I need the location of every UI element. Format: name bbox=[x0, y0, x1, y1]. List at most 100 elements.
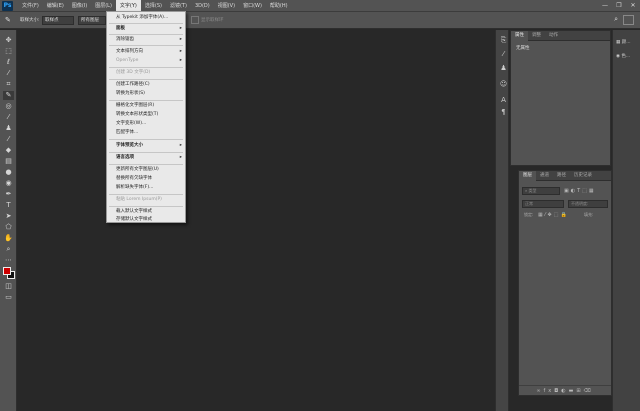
menu-item-save-default-styles[interactable]: 存储默认文字样式 bbox=[107, 216, 185, 224]
menu-item-create-work-path[interactable]: 创建工作路径(C) bbox=[107, 81, 185, 89]
eyedropper-tool-icon[interactable]: ✎ bbox=[3, 91, 14, 100]
type-tool-icon[interactable]: T bbox=[3, 201, 14, 210]
quick-select-tool-icon[interactable]: ⁄ bbox=[3, 69, 14, 78]
blend-mode-select[interactable]: 正常 bbox=[522, 200, 564, 208]
submenu-arrow-icon: ▸ bbox=[179, 143, 182, 148]
layer-filter-select[interactable]: ⌕ 类型 bbox=[522, 187, 560, 195]
brush-tool-icon[interactable]: ⁄ bbox=[3, 113, 14, 122]
more-tools-icon[interactable]: ⋯ bbox=[3, 256, 14, 265]
menu-item-label: 转换文本形状类型(T) bbox=[116, 112, 159, 117]
layer-filter-row: ⌕ 类型 ▣◐T⬚▦ bbox=[522, 187, 608, 195]
trash-icon[interactable]: ⌫ bbox=[584, 388, 594, 394]
menu-item-anti-alias[interactable]: 消除锯齿 ▸ bbox=[107, 36, 185, 44]
eraser-tool-icon[interactable]: ◆ bbox=[3, 146, 14, 155]
menu-separator bbox=[109, 79, 183, 80]
history-brush-tool-icon[interactable]: ⁄ bbox=[3, 135, 14, 144]
tab-paths[interactable]: 路径 bbox=[553, 171, 570, 181]
crop-tool-icon[interactable]: ⌗ bbox=[3, 80, 14, 89]
document-canvas-area[interactable] bbox=[18, 30, 495, 411]
people-icon[interactable]: ☺ bbox=[499, 80, 508, 89]
adjustment-layer-icon[interactable]: ◐ bbox=[561, 388, 568, 394]
lock-icons[interactable]: ▦⁄✥⬚🔒 bbox=[538, 211, 569, 219]
quick-mask-icon[interactable]: ◫ bbox=[3, 282, 14, 291]
menu-item-warp-text[interactable]: 文字变形(W)... bbox=[107, 120, 185, 128]
show-sample-ring-checkbox[interactable] bbox=[191, 16, 199, 24]
layer-style-icon[interactable]: fx bbox=[544, 388, 555, 394]
menu-item-replace-missing-fonts[interactable]: 替换所有欠缺字体 bbox=[107, 175, 185, 183]
menu-separator bbox=[109, 206, 183, 207]
workspace-icon[interactable] bbox=[623, 15, 634, 25]
layers-bottom-bar[interactable]: ∞fx◘◐▬⊞⌫ bbox=[519, 385, 611, 395]
menu-file[interactable]: 文件(F) bbox=[18, 0, 43, 12]
hand-tool-icon[interactable]: ✋ bbox=[3, 234, 14, 243]
blur-tool-icon[interactable]: ● bbox=[3, 168, 14, 177]
color-icon: ▦ bbox=[616, 40, 621, 45]
tab-properties[interactable]: 属性 bbox=[511, 31, 528, 41]
dodge-tool-icon[interactable]: ◉ bbox=[3, 179, 14, 188]
menu-item-label: 语言选项 bbox=[116, 155, 134, 160]
menu-item-label: 消除锯齿 bbox=[116, 37, 134, 42]
character-panel-icon[interactable]: A bbox=[499, 96, 508, 105]
menu-image[interactable]: 图像(I) bbox=[68, 0, 91, 12]
sample-size-select[interactable]: 取样点 bbox=[42, 16, 74, 25]
menu-item-update-all-text[interactable]: 更新所有文字图层(U) bbox=[107, 166, 185, 174]
shape-tool-icon[interactable]: ⬠ bbox=[3, 223, 14, 232]
lock-row: 锁定: ▦⁄✥⬚🔒 填充: bbox=[522, 211, 608, 219]
gradient-tool-icon[interactable]: ▤ bbox=[3, 157, 14, 166]
link-layers-icon[interactable]: ∞ bbox=[536, 388, 543, 394]
layer-filter-icons[interactable]: ▣◐T⬚▦ bbox=[564, 187, 596, 195]
restore-button[interactable]: ❐ bbox=[612, 0, 626, 12]
menu-separator bbox=[109, 152, 183, 153]
menu-item-rasterize[interactable]: 栅格化文字图层(R) bbox=[107, 102, 185, 110]
pen-tool-icon[interactable]: ✒ bbox=[3, 190, 14, 199]
menu-view[interactable]: 视图(V) bbox=[214, 0, 239, 12]
menu-window[interactable]: 窗口(W) bbox=[239, 0, 266, 12]
menu-item-label: 载入默认文字样式 bbox=[116, 209, 152, 214]
lasso-tool-icon[interactable]: ℓ bbox=[3, 58, 14, 67]
foreground-color-swatch[interactable] bbox=[3, 267, 11, 275]
tab-layers[interactable]: 图层 bbox=[519, 171, 536, 181]
swatches-panel-item[interactable]: ◉ 色... bbox=[616, 52, 640, 61]
options-bar: ✎ 取样大小: 取样点 所有图层 显示取样环 ⌕ bbox=[0, 12, 640, 29]
close-button[interactable]: ✕ bbox=[626, 0, 640, 12]
minimize-button[interactable]: — bbox=[598, 0, 612, 12]
menu-item-font-preview-size[interactable]: 字体预览大小 ▸ bbox=[107, 142, 185, 150]
menu-edit[interactable]: 编辑(E) bbox=[43, 0, 68, 12]
history-panel-icon[interactable]: ⎘ bbox=[499, 36, 508, 45]
sample-mode-value: 所有图层 bbox=[81, 18, 99, 23]
menu-item-panels[interactable]: 面板 ▸ bbox=[107, 25, 185, 33]
menu-item-language-options[interactable]: 语言选项 ▸ bbox=[107, 154, 185, 162]
search-icon[interactable]: ⌕ bbox=[614, 15, 618, 24]
tab-adjustments[interactable]: 调整 bbox=[528, 31, 545, 41]
tab-history[interactable]: 历史记录 bbox=[570, 171, 596, 181]
color-panel-item[interactable]: ▦ 颜... bbox=[616, 38, 640, 47]
paragraph-panel-icon[interactable]: ¶ bbox=[499, 108, 508, 117]
menu-item-add-typekit[interactable]: 从 Typekit 添加字体(A)... bbox=[107, 14, 185, 22]
menu-3d[interactable]: 3D(D) bbox=[191, 0, 214, 12]
zoom-tool-icon[interactable]: ⌕ bbox=[3, 245, 14, 254]
menu-item-convert-to-shape[interactable]: 转换为形状(S) bbox=[107, 90, 185, 98]
menu-item-label: 替换所有欠缺字体 bbox=[116, 176, 152, 181]
stamp-tool-icon[interactable]: ♟ bbox=[3, 124, 14, 133]
sample-mode-select[interactable]: 所有图层 bbox=[78, 16, 106, 25]
clone-source-icon[interactable]: ♟ bbox=[499, 64, 508, 73]
path-select-tool-icon[interactable]: ➤ bbox=[3, 212, 14, 221]
menu-item-label: OpenType bbox=[116, 58, 139, 63]
opacity-field[interactable]: 不透明度: bbox=[568, 200, 608, 208]
marquee-tool-icon[interactable]: ⬚ bbox=[3, 47, 14, 56]
tab-actions[interactable]: 动作 bbox=[545, 31, 562, 41]
menu-item-label: 面板 bbox=[116, 26, 125, 31]
screen-mode-icon[interactable]: ▭ bbox=[3, 293, 14, 302]
menu-item-orientation[interactable]: 文本排列方向 ▸ bbox=[107, 48, 185, 56]
menu-item-resolve-missing-fonts[interactable]: 解析缺失字体(F)... bbox=[107, 184, 185, 192]
menu-item-match-font[interactable]: 匹配字体... bbox=[107, 129, 185, 137]
healing-tool-icon[interactable]: ◎ bbox=[3, 102, 14, 111]
menu-item-convert-text-shape[interactable]: 转换文本形状类型(T) bbox=[107, 111, 185, 119]
tab-channels[interactable]: 通道 bbox=[536, 171, 553, 181]
brush-settings-icon[interactable]: ⁄ bbox=[499, 50, 508, 59]
eyedropper-icon[interactable]: ✎ bbox=[5, 16, 11, 24]
new-layer-icon[interactable]: ⊞ bbox=[576, 388, 583, 394]
menu-help[interactable]: 帮助(H) bbox=[266, 0, 292, 12]
menu-item-load-default-styles[interactable]: 载入默认文字样式 bbox=[107, 208, 185, 216]
move-tool-icon[interactable]: ✥ bbox=[3, 36, 14, 45]
